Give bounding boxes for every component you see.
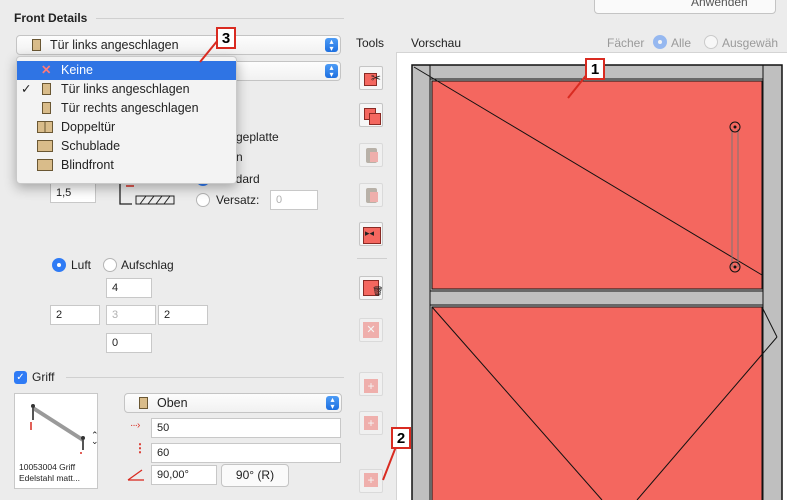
menu-item-blindfront[interactable]: Blindfront (17, 156, 236, 175)
griff-separator (66, 377, 344, 378)
cabinet-drawing (411, 64, 783, 500)
gap-bottom-field[interactable]: 0 (106, 333, 152, 353)
select-arrows-icon: ▴ ▾ (325, 64, 338, 79)
gap-right-field[interactable]: 2 (158, 305, 208, 325)
griff-angle-button[interactable]: 90° (R) (221, 464, 289, 487)
faecher-label: Fächer (607, 36, 645, 50)
tools-separator (357, 258, 387, 259)
aufschlag-label: Aufschlag (121, 258, 174, 272)
menu-item-label: Schublade (61, 139, 121, 153)
gap-left-field[interactable]: 2 (50, 305, 100, 325)
door-left-icon (32, 39, 41, 51)
gap-top-field[interactable]: 4 (106, 278, 152, 298)
partial-label-n: n (236, 150, 243, 164)
door-right-icon (42, 102, 51, 114)
preview-area[interactable] (396, 52, 787, 500)
door-left-icon (42, 83, 51, 95)
select-arrows-icon: ▴ ▾ (325, 38, 338, 53)
front-type-select-label: Tür links angeschlagen (50, 38, 179, 52)
horizontal-dimension-icon: ···› (130, 420, 140, 431)
x-icon: ✕ (41, 63, 52, 77)
menu-item-tuer-links[interactable]: ✓ Tür links angeschlagen (17, 80, 236, 99)
versatz-radio[interactable] (196, 193, 210, 207)
add-icon[interactable]: + (359, 411, 383, 435)
handle-stepper-icon: ⌃ ⌄ (91, 430, 99, 446)
alle-radio[interactable] (653, 35, 667, 49)
menu-item-schublade[interactable]: Schublade (17, 137, 236, 156)
thickness-field[interactable]: 1,5 (50, 183, 96, 203)
menu-item-label: Blindfront (61, 158, 114, 172)
copy-front-icon[interactable] (359, 103, 383, 127)
drawer-icon (37, 140, 53, 152)
alle-label: Alle (671, 36, 692, 50)
ausgewaehlt-radio[interactable] (704, 35, 718, 49)
griff-position-label: Oben (157, 396, 188, 410)
cut-front-icon[interactable]: ✂ (359, 66, 383, 90)
versatz-field[interactable]: 0 (270, 190, 318, 210)
panel-title: Front Details (14, 11, 88, 25)
versatz-label: Versatz: (216, 193, 260, 207)
top-button-partial[interactable]: Anwenden (594, 0, 776, 14)
luft-label: Luft (71, 258, 92, 272)
griff-value-1-field[interactable]: 50 (151, 418, 341, 438)
menu-item-label: Tür links angeschlagen (61, 82, 190, 96)
double-door-icon (37, 121, 53, 133)
door-icon (139, 397, 148, 409)
add-above-icon[interactable]: + (359, 372, 383, 396)
angle-icon (127, 469, 144, 481)
aufschlag-radio[interactable] (103, 258, 117, 272)
griff-position-select[interactable]: Oben ▴ ▾ (124, 393, 342, 413)
griff-checkbox[interactable]: ✓ (14, 371, 27, 384)
lower-front (431, 306, 763, 500)
handle-image (30, 404, 85, 454)
title-separator (96, 18, 344, 19)
ausgewaehlt-label: Ausgewäh (722, 36, 779, 50)
handle-caption-2: Edelstahl matt... (19, 473, 80, 483)
menu-item-label: Tür rechts angeschlagen (61, 101, 199, 115)
front-type-select[interactable]: Tür links angeschlagen ▴ ▾ (16, 35, 341, 55)
blind-front-icon (37, 159, 53, 171)
griff-label: Griff (32, 370, 55, 384)
delete-grid-icon[interactable]: 🗑 (359, 276, 383, 300)
paste-special-icon[interactable] (359, 183, 383, 207)
callout-1: 1 (585, 58, 605, 80)
callout-3: 3 (216, 27, 236, 49)
menu-item-label: Keine (61, 63, 93, 77)
paste-front-icon[interactable] (359, 143, 383, 167)
luft-radio[interactable] (52, 258, 66, 272)
menu-item-doppeltuer[interactable]: Doppeltür (17, 118, 236, 137)
front-type-menu[interactable]: ✕ Keine ✓ Tür links angeschlagen Tür rec… (16, 56, 237, 184)
callout-2: 2 (391, 427, 411, 449)
mirror-icon[interactable]: ▸◂ (359, 222, 383, 246)
tools-title: Tools (356, 36, 385, 50)
handle-caption-1: 10053004 Griff (19, 462, 76, 472)
partial-label-plate: geplatte (236, 130, 279, 144)
preview-title: Vorschau (411, 36, 462, 50)
gap-middle-field[interactable]: 3 (106, 305, 156, 325)
top-button-label: Anwenden (691, 0, 748, 9)
vertical-dimension-icon: ⋮ (134, 441, 146, 455)
remove-icon[interactable]: ✕ (359, 318, 383, 342)
griff-value-2-field[interactable]: 60 (151, 443, 341, 463)
edge-profile-icon (119, 184, 175, 205)
upper-front (431, 80, 763, 290)
handle-preview[interactable]: ⌃ ⌄ 10053004 Griff Edelstahl matt... (14, 393, 99, 489)
select-arrows-icon: ▴ ▾ (326, 396, 339, 411)
checkmark-icon: ✓ (21, 82, 32, 96)
menu-item-tuer-rechts[interactable]: Tür rechts angeschlagen (17, 99, 236, 118)
griff-angle-field[interactable]: 90,00° (151, 465, 217, 485)
menu-item-label: Doppeltür (61, 120, 116, 134)
